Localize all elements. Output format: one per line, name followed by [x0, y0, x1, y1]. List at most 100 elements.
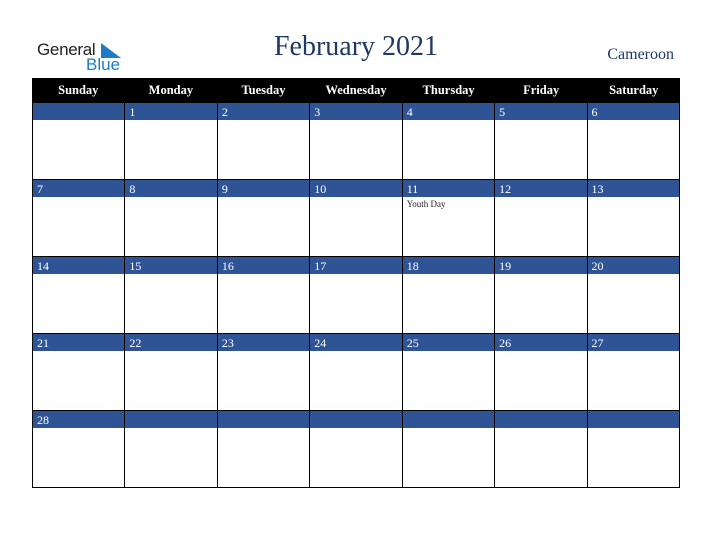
day-cell[interactable]: 19 [494, 256, 587, 333]
day-number [217, 410, 310, 428]
day-cell[interactable]: 8 [124, 179, 217, 256]
day-cell[interactable]: 10 [309, 179, 402, 256]
day-cell[interactable]: 27 [586, 333, 680, 410]
week-row: 28 [32, 410, 680, 487]
day-number: 28 [33, 410, 125, 428]
day-cell[interactable]: 7 [32, 179, 125, 256]
day-cell[interactable]: 24 [309, 333, 402, 410]
day-number: 18 [402, 256, 495, 274]
holiday-label [310, 120, 401, 122]
holiday-label [403, 428, 494, 430]
holiday-label [218, 428, 309, 430]
holiday-label [403, 120, 494, 122]
day-number: 23 [217, 333, 310, 351]
day-number [587, 410, 679, 428]
day-cell[interactable] [309, 410, 402, 487]
day-number: 9 [217, 179, 310, 197]
day-cell[interactable]: 18 [401, 256, 495, 333]
day-number: 7 [33, 179, 125, 197]
weekday-header: Tuesday [241, 83, 286, 97]
weekday-header-row: Sunday Monday Tuesday Wednesday Thursday… [32, 78, 680, 102]
day-cell[interactable] [401, 410, 495, 487]
day-number: 12 [495, 179, 587, 197]
day-number: 24 [310, 333, 402, 351]
day-cell[interactable]: 21 [32, 333, 125, 410]
week-row: 123456 [32, 102, 680, 179]
holiday-label [125, 120, 216, 122]
day-number: 6 [587, 102, 679, 120]
holiday-label [125, 428, 216, 430]
day-number: 16 [217, 256, 310, 274]
weekday-header: Sunday [58, 83, 99, 97]
holiday-label [588, 428, 679, 430]
day-number: 19 [495, 256, 587, 274]
day-number [33, 102, 125, 120]
holiday-label [310, 428, 401, 430]
day-number: 21 [33, 333, 125, 351]
day-number: 5 [495, 102, 587, 120]
day-number: 2 [217, 102, 310, 120]
day-number: 22 [125, 333, 217, 351]
day-cell[interactable]: 2 [216, 102, 310, 179]
day-cell[interactable]: 15 [124, 256, 217, 333]
day-number [125, 410, 217, 428]
day-cell[interactable]: 12 [494, 179, 587, 256]
day-number [495, 410, 587, 428]
day-number: 17 [310, 256, 402, 274]
day-cell[interactable]: 4 [401, 102, 495, 179]
weekday-header: Thursday [422, 83, 475, 97]
day-cell[interactable]: 1 [124, 102, 217, 179]
holiday-label: Youth Day [406, 199, 446, 209]
holiday-label [33, 197, 124, 199]
day-cell[interactable] [32, 102, 125, 179]
day-cell[interactable]: 16 [216, 256, 310, 333]
day-cell[interactable]: 28 [32, 410, 125, 487]
day-number: 4 [402, 102, 495, 120]
country-label: Cameroon [607, 46, 674, 63]
day-cell[interactable] [216, 410, 310, 487]
day-cell[interactable] [124, 410, 217, 487]
day-cell[interactable]: 6 [586, 102, 680, 179]
day-cell[interactable]: 20 [586, 256, 680, 333]
day-cell[interactable]: 11 Youth Day [401, 179, 495, 256]
day-number: 11 [402, 179, 495, 197]
calendar-title: February 2021 [273, 31, 439, 62]
weekday-header: Wednesday [325, 83, 387, 97]
week-row: 21 22 23 24 25 26 27 [32, 333, 680, 410]
day-cell[interactable]: 14 [32, 256, 125, 333]
holiday-label [495, 120, 586, 122]
day-cell[interactable]: 5 [494, 102, 587, 179]
day-cell[interactable] [494, 410, 587, 487]
day-cell[interactable]: 23 [216, 333, 310, 410]
weekday-header: Monday [148, 83, 194, 97]
day-cell[interactable]: 22 [124, 333, 217, 410]
day-number: 25 [402, 333, 495, 351]
day-cell[interactable]: 3 [309, 102, 402, 179]
day-number: 20 [587, 256, 679, 274]
weekday-header: Saturday [609, 83, 659, 97]
holiday-label [33, 120, 124, 122]
day-cell[interactable]: 13 [586, 179, 680, 256]
day-cell[interactable]: 9 [216, 179, 310, 256]
day-cell[interactable]: 17 [309, 256, 402, 333]
day-number: 8 [125, 179, 217, 197]
day-number: 13 [587, 179, 679, 197]
holiday-label [588, 120, 679, 122]
week-row: 7 8 9 10 11 Youth Day 12 13 [32, 179, 680, 256]
day-number [310, 410, 402, 428]
day-number: 26 [495, 333, 587, 351]
holiday-label [218, 120, 309, 122]
calendar-grid: Sunday Monday Tuesday Wednesday Thursday… [32, 78, 680, 488]
day-number: 3 [310, 102, 402, 120]
week-row: 14 15 16 17 18 19 20 [32, 256, 680, 333]
holiday-label [495, 428, 586, 430]
holiday-label [218, 197, 309, 199]
weeks-container: 1 2 3 4 5 6 7 8 9 10 11 Youth Day 12 13 14 15 16 17 18 19 20… [32, 102, 680, 487]
day-number: 1 [125, 102, 217, 120]
holiday-label [125, 197, 216, 199]
weekday-header: Friday [523, 83, 560, 97]
day-cell[interactable]: 26 [494, 333, 587, 410]
day-cell[interactable]: 25 [401, 333, 495, 410]
day-number: 14 [33, 256, 125, 274]
day-cell[interactable] [586, 410, 680, 487]
